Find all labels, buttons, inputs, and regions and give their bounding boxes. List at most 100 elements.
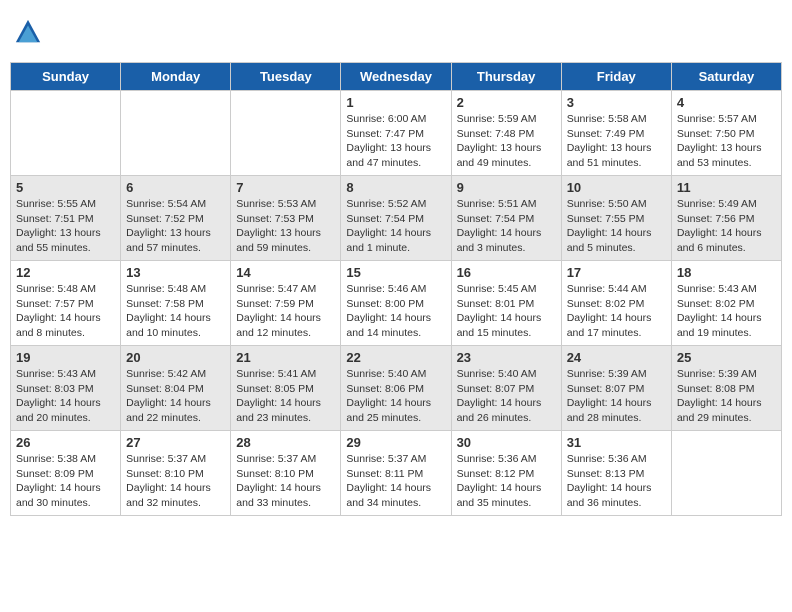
day-number: 22 [346,350,445,365]
calendar-cell: 4Sunrise: 5:57 AM Sunset: 7:50 PM Daylig… [671,91,781,176]
calendar-cell: 25 Sunrise: 5:39 AM Sunset: 8:08 PM Dayli… [671,346,781,431]
day-header-friday: Friday [561,63,671,91]
calendar-cell [671,431,781,516]
day-info: Sunrise: 5:43 AM Sunset: 8:02 PM Dayligh… [677,282,776,341]
calendar-cell: 28 Sunrise: 5:37 AM Sunset: 8:10 PM Dayli… [231,431,341,516]
day-number: 8 [346,180,445,195]
day-info: Sunrise: 5:37 AM Sunset: 8:10 PM Dayligh… [126,452,225,511]
calendar-cell: 5 Sunrise: 5:55 AM Sunset: 7:51 PM Daylig… [11,176,121,261]
day-header-tuesday: Tuesday [231,63,341,91]
day-number: 9 [457,180,556,195]
calendar-cell: 10Sunrise: 5:50 AM Sunset: 7:55 PM Dayli… [561,176,671,261]
day-header-saturday: Saturday [671,63,781,91]
calendar-cell: 24 Sunrise: 5:39 AM Sunset: 8:07 PM Dayli… [561,346,671,431]
day-number: 30 [457,435,556,450]
calendar-cell: 26 Sunrise: 5:38 AM Sunset: 8:09 PM Dayli… [11,431,121,516]
day-header-sunday: Sunday [11,63,121,91]
day-info: Sunrise: 5:37 AM Sunset: 8:11 PM Dayligh… [346,452,445,511]
day-number: 14 [236,265,335,280]
week-row-2: 5 Sunrise: 5:55 AM Sunset: 7:51 PM Daylig… [11,176,782,261]
day-number: 25 [677,350,776,365]
calendar-cell: 18 Sunrise: 5:43 AM Sunset: 8:02 PM Dayli… [671,261,781,346]
day-number: 26 [16,435,115,450]
day-info: Sunrise: 5:49 AM Sunset: 7:56 PM Dayligh… [677,197,776,256]
day-info: Sunrise: 5:45 AM Sunset: 8:01 PM Dayligh… [457,282,556,341]
day-number: 31 [567,435,666,450]
calendar-cell: 21 Sunrise: 5:41 AM Sunset: 8:05 PM Dayli… [231,346,341,431]
calendar-cell: 30 Sunrise: 5:36 AM Sunset: 8:12 PM Dayli… [451,431,561,516]
calendar-cell: 1 Sunrise: 6:00 AM Sunset: 7:47 PM Daylig… [341,91,451,176]
week-row-1: 1 Sunrise: 6:00 AM Sunset: 7:47 PM Daylig… [11,91,782,176]
day-number: 1 [346,95,445,110]
day-number: 23 [457,350,556,365]
day-info: Sunrise: 5:44 AM Sunset: 8:02 PM Dayligh… [567,282,666,341]
day-header-thursday: Thursday [451,63,561,91]
calendar-cell: 6 Sunrise: 5:54 AM Sunset: 7:52 PM Daylig… [121,176,231,261]
page-header [10,10,782,54]
day-info: Sunrise: 5:36 AM Sunset: 8:13 PM Dayligh… [567,452,666,511]
day-header-wednesday: Wednesday [341,63,451,91]
day-number: 13 [126,265,225,280]
calendar-cell: 19Sunrise: 5:43 AM Sunset: 8:03 PM Dayli… [11,346,121,431]
day-info: Sunrise: 5:48 AM Sunset: 7:57 PM Dayligh… [16,282,115,341]
day-info: Sunrise: 5:38 AM Sunset: 8:09 PM Dayligh… [16,452,115,511]
day-number: 21 [236,350,335,365]
logo-icon [14,18,42,46]
calendar-cell: 16 Sunrise: 5:45 AM Sunset: 8:01 PM Dayli… [451,261,561,346]
calendar-cell [121,91,231,176]
day-info: Sunrise: 5:51 AM Sunset: 7:54 PM Dayligh… [457,197,556,256]
calendar-table: SundayMondayTuesdayWednesdayThursdayFrid… [10,62,782,516]
calendar-cell: 23 Sunrise: 5:40 AM Sunset: 8:07 PM Dayli… [451,346,561,431]
day-info: Sunrise: 6:00 AM Sunset: 7:47 PM Dayligh… [346,112,445,171]
week-row-4: 19Sunrise: 5:43 AM Sunset: 8:03 PM Dayli… [11,346,782,431]
day-info: Sunrise: 5:40 AM Sunset: 8:06 PM Dayligh… [346,367,445,426]
day-info: Sunrise: 5:55 AM Sunset: 7:51 PM Dayligh… [16,197,115,256]
day-number: 15 [346,265,445,280]
header-row: SundayMondayTuesdayWednesdayThursdayFrid… [11,63,782,91]
day-info: Sunrise: 5:41 AM Sunset: 8:05 PM Dayligh… [236,367,335,426]
day-info: Sunrise: 5:37 AM Sunset: 8:10 PM Dayligh… [236,452,335,511]
calendar-cell: 27 Sunrise: 5:37 AM Sunset: 8:10 PM Dayli… [121,431,231,516]
day-info: Sunrise: 5:52 AM Sunset: 7:54 PM Dayligh… [346,197,445,256]
day-info: Sunrise: 5:54 AM Sunset: 7:52 PM Dayligh… [126,197,225,256]
day-number: 18 [677,265,776,280]
day-info: Sunrise: 5:58 AM Sunset: 7:49 PM Dayligh… [567,112,666,171]
day-number: 28 [236,435,335,450]
day-number: 24 [567,350,666,365]
week-row-3: 12Sunrise: 5:48 AM Sunset: 7:57 PM Dayli… [11,261,782,346]
calendar-cell: 2 Sunrise: 5:59 AM Sunset: 7:48 PM Daylig… [451,91,561,176]
day-number: 5 [16,180,115,195]
day-info: Sunrise: 5:36 AM Sunset: 8:12 PM Dayligh… [457,452,556,511]
day-info: Sunrise: 5:46 AM Sunset: 8:00 PM Dayligh… [346,282,445,341]
day-number: 27 [126,435,225,450]
day-number: 20 [126,350,225,365]
calendar-cell: 12Sunrise: 5:48 AM Sunset: 7:57 PM Dayli… [11,261,121,346]
day-number: 3 [567,95,666,110]
calendar-cell: 29 Sunrise: 5:37 AM Sunset: 8:11 PM Dayli… [341,431,451,516]
calendar-cell: 31 Sunrise: 5:36 AM Sunset: 8:13 PM Dayli… [561,431,671,516]
day-number: 29 [346,435,445,450]
day-number: 2 [457,95,556,110]
calendar-cell: 7Sunrise: 5:53 AM Sunset: 7:53 PM Daylig… [231,176,341,261]
day-number: 16 [457,265,556,280]
day-number: 4 [677,95,776,110]
calendar-cell: 20 Sunrise: 5:42 AM Sunset: 8:04 PM Dayli… [121,346,231,431]
week-row-5: 26 Sunrise: 5:38 AM Sunset: 8:09 PM Dayli… [11,431,782,516]
logo [14,18,46,46]
calendar-cell: 14 Sunrise: 5:47 AM Sunset: 7:59 PM Dayli… [231,261,341,346]
calendar-cell [11,91,121,176]
day-number: 7 [236,180,335,195]
day-number: 17 [567,265,666,280]
day-info: Sunrise: 5:39 AM Sunset: 8:07 PM Dayligh… [567,367,666,426]
calendar-cell: 9 Sunrise: 5:51 AM Sunset: 7:54 PM Daylig… [451,176,561,261]
day-info: Sunrise: 5:43 AM Sunset: 8:03 PM Dayligh… [16,367,115,426]
day-info: Sunrise: 5:59 AM Sunset: 7:48 PM Dayligh… [457,112,556,171]
day-info: Sunrise: 5:40 AM Sunset: 8:07 PM Dayligh… [457,367,556,426]
calendar-cell: 22 Sunrise: 5:40 AM Sunset: 8:06 PM Dayli… [341,346,451,431]
day-info: Sunrise: 5:42 AM Sunset: 8:04 PM Dayligh… [126,367,225,426]
calendar-cell [231,91,341,176]
day-number: 6 [126,180,225,195]
day-info: Sunrise: 5:39 AM Sunset: 8:08 PM Dayligh… [677,367,776,426]
day-info: Sunrise: 5:50 AM Sunset: 7:55 PM Dayligh… [567,197,666,256]
day-info: Sunrise: 5:47 AM Sunset: 7:59 PM Dayligh… [236,282,335,341]
